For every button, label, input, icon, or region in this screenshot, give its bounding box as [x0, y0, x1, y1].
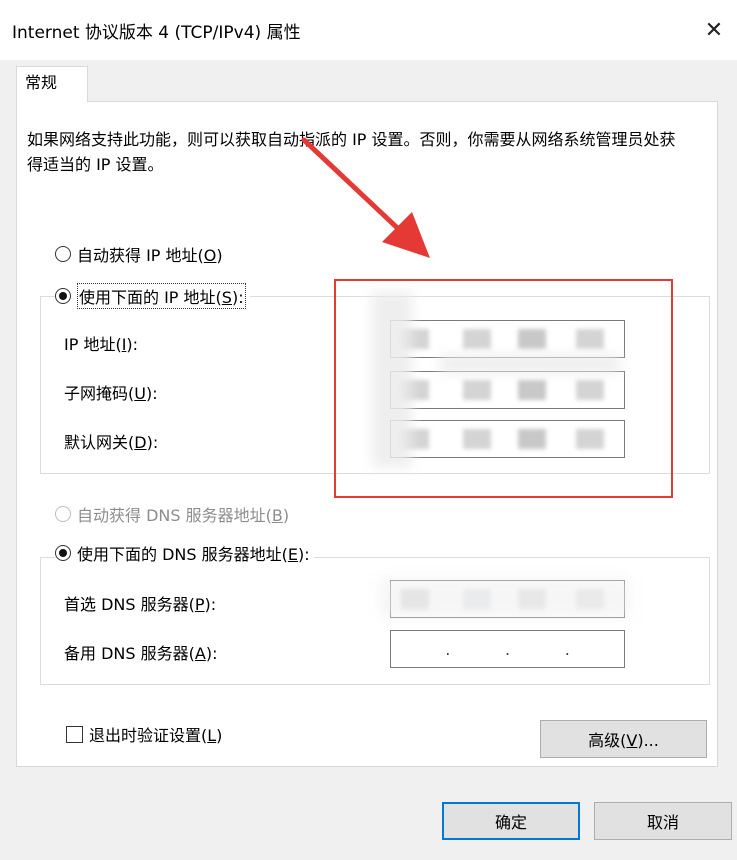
window-title: Internet 协议版本 4 (TCP/IPv4) 属性 [12, 23, 301, 43]
tab-general[interactable]: 常规 [16, 66, 88, 102]
dns2-octet-4[interactable] [570, 631, 624, 667]
mask-octet-3[interactable] [508, 372, 566, 408]
alternate-dns-input[interactable]: . . . [390, 630, 625, 668]
radio-auto-ip-indicator[interactable] [55, 246, 71, 262]
dns2-octet-3[interactable] [511, 631, 565, 667]
gateway-octet-4[interactable] [566, 421, 624, 457]
validate-on-exit-checkbox[interactable]: 退出时验证设置(L) [66, 722, 222, 746]
subnet-mask-input[interactable] [390, 371, 625, 409]
mask-octet-4[interactable] [566, 372, 624, 408]
radio-auto-dns-indicator[interactable] [55, 506, 71, 522]
tab-general-label: 常规 [25, 73, 58, 92]
radio-auto-dns[interactable]: 自动获得 DNS 服务器地址(B) [55, 502, 289, 526]
radio-auto-ip-label: 自动获得 IP 地址(O) [77, 246, 223, 265]
radio-auto-ip[interactable]: 自动获得 IP 地址(O) [55, 242, 223, 266]
ip-octet-4[interactable] [566, 321, 624, 357]
ip-octet-2[interactable] [449, 321, 507, 357]
advanced-button[interactable]: 高级(V)... [540, 720, 707, 758]
subnet-mask-label: 子网掩码(U): [64, 384, 158, 403]
validate-checkbox-box[interactable] [66, 725, 83, 743]
dns2-octet-2[interactable] [451, 631, 505, 667]
close-icon: ✕ [704, 17, 724, 43]
radio-manual-ip-indicator[interactable] [55, 288, 71, 304]
radio-manual-ip[interactable]: 使用下面的 IP 地址(S): [55, 283, 250, 309]
close-button[interactable]: ✕ [691, 0, 737, 60]
mask-octet-2[interactable] [449, 372, 507, 408]
radio-manual-dns-label: 使用下面的 DNS 服务器地址(E): [77, 545, 310, 564]
cancel-button[interactable]: 取消 [594, 802, 732, 840]
preferred-dns-label: 首选 DNS 服务器(P): [64, 595, 217, 614]
radio-auto-dns-label: 自动获得 DNS 服务器地址(B) [77, 506, 290, 525]
validate-checkbox-label: 退出时验证设置(L) [89, 726, 223, 745]
title-bar[interactable]: Internet 协议版本 4 (TCP/IPv4) 属性 ✕ [0, 0, 737, 60]
redaction-smudge [380, 578, 630, 618]
gateway-octet-2[interactable] [449, 421, 507, 457]
gateway-label: 默认网关(D): [64, 433, 159, 452]
redaction-smudge [372, 292, 412, 467]
ok-button-label: 确定 [494, 813, 527, 832]
ip-octet-3[interactable] [508, 321, 566, 357]
description-text: 如果网络支持此功能，则可以获取自动指派的 IP 设置。否则，你需要从网络系统管理… [27, 130, 676, 174]
tcpip-properties-dialog: Internet 协议版本 4 (TCP/IPv4) 属性 ✕ 常规 如果网络支… [0, 0, 737, 860]
advanced-button-label: 高级(V)... [588, 731, 659, 750]
radio-manual-ip-label: 使用下面的 IP 地址(S): [77, 283, 246, 309]
radio-manual-dns-indicator[interactable] [55, 545, 71, 561]
gateway-input[interactable] [390, 420, 625, 458]
redaction-smudge [440, 355, 620, 373]
gateway-octet-3[interactable] [508, 421, 566, 457]
ip-address-input[interactable] [390, 320, 625, 358]
alternate-dns-label: 备用 DNS 服务器(A): [64, 644, 218, 663]
radio-manual-dns[interactable]: 使用下面的 DNS 服务器地址(E): [55, 541, 314, 565]
ok-button[interactable]: 确定 [442, 802, 580, 840]
dns2-octet-1[interactable] [391, 631, 445, 667]
cancel-button-label: 取消 [646, 813, 679, 832]
ip-address-label: IP 地址(I): [64, 335, 139, 354]
